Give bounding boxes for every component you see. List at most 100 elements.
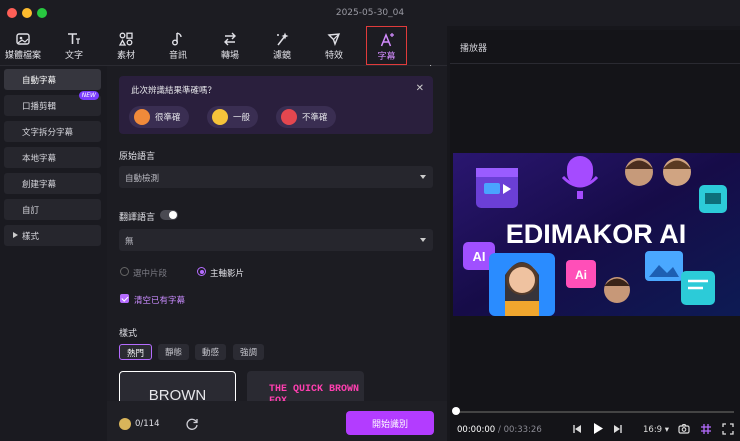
play-icon[interactable] xyxy=(592,422,604,435)
sidebar-item-style[interactable]: 樣式 xyxy=(4,225,101,246)
translate-toggle[interactable] xyxy=(160,210,178,220)
start-recognition-button[interactable]: 開始識別 xyxy=(346,411,434,435)
tool-label: 素材 xyxy=(116,51,135,61)
radio-selected-clip[interactable] xyxy=(120,267,129,276)
feedback-option-label: 一般 xyxy=(233,113,251,123)
player-divider xyxy=(450,63,740,64)
svg-text:EDIMAKOR AI: EDIMAKOR AI xyxy=(506,219,687,249)
transition-icon xyxy=(224,32,236,46)
tool-audio[interactable]: 音訊 xyxy=(157,26,199,66)
elements-icon xyxy=(118,32,133,46)
start-recognition-label: 開始識別 xyxy=(371,420,408,430)
tool-filter[interactable]: 濾鏡 xyxy=(261,26,303,66)
sidebar-item-label: 自動字幕 xyxy=(22,76,57,86)
tool-label: 轉場 xyxy=(220,51,239,61)
sidebar-item-label: 文字拆分字幕 xyxy=(22,128,74,138)
recognition-bar: 0/114 開始識別 xyxy=(107,401,447,441)
sidebar-item-label: 口播剪輯 xyxy=(22,102,57,112)
aspect-ratio-value: 16:9 xyxy=(643,425,663,435)
credit-counter: 0/114 xyxy=(135,419,160,429)
radio-main-video[interactable] xyxy=(197,267,206,276)
tool-effects[interactable]: 特效 xyxy=(313,26,355,66)
style-tab-emphasis[interactable]: 強調 xyxy=(233,344,265,360)
auto-subtitle-panel: 此次辨識結果準確嗎？ ✕ 很準確 一般 不準確 原始語言 自動檢測 翻譯語言 無… xyxy=(107,66,447,441)
angry-emoji-icon xyxy=(281,109,297,125)
player-panel: 播放器 EDIMAKOR AI AI Ai 00:00:00 / 00:33:2… xyxy=(450,30,740,441)
clear-existing-label: 清空已有字幕 xyxy=(134,296,186,306)
credit-coin-icon xyxy=(119,418,131,430)
tool-label: 特效 xyxy=(324,51,343,61)
video-frame-image: EDIMAKOR AI AI Ai xyxy=(453,153,740,316)
close-icon[interactable]: ✕ xyxy=(416,83,424,94)
sidebar-item-custom[interactable]: 自訂 xyxy=(4,199,101,220)
style-tab-static[interactable]: 靜態 xyxy=(158,344,190,360)
feedback-question: 此次辨識結果準確嗎？ xyxy=(131,86,217,96)
radio-main-video-label: 主軸影片 xyxy=(210,269,245,279)
filter-icon xyxy=(277,32,289,46)
tool-label: 濾鏡 xyxy=(272,51,291,61)
sidebar-item-auto-subtitle[interactable]: 自動字幕 xyxy=(4,69,101,90)
subtitle-sidebar: 自動字幕 口播剪輯 NEW 文字拆分字幕 本地字幕 創建字幕 自訂 樣式 xyxy=(0,66,107,441)
timeline-scrubber[interactable] xyxy=(456,411,734,413)
grid-icon[interactable] xyxy=(700,423,712,435)
svg-text:AI: AI xyxy=(473,249,486,264)
chevron-down-icon xyxy=(420,238,426,242)
feedback-accurate-button[interactable]: 很準確 xyxy=(129,106,189,128)
current-time: 00:00:00 xyxy=(457,425,496,435)
total-time: / 00:33:26 xyxy=(498,425,542,435)
translate-language-label: 翻譯語言 xyxy=(119,213,156,223)
next-frame-icon[interactable] xyxy=(613,424,623,434)
sidebar-item-label: 自訂 xyxy=(22,206,40,216)
fullscreen-icon[interactable] xyxy=(722,423,734,435)
accuracy-feedback-card: 此次辨識結果準確嗎？ ✕ 很準確 一般 不準確 xyxy=(119,76,433,134)
svg-text:Ai: Ai xyxy=(575,268,587,282)
tool-elements[interactable]: 素材 xyxy=(105,26,147,66)
tool-label: 文字 xyxy=(64,51,83,61)
video-preview[interactable]: EDIMAKOR AI AI Ai xyxy=(453,153,740,316)
effects-icon xyxy=(327,33,341,47)
tool-label: 音訊 xyxy=(168,51,187,61)
translate-language-value: 無 xyxy=(125,237,134,247)
tool-text[interactable]: 文字 xyxy=(53,26,95,66)
source-language-label: 原始語言 xyxy=(119,152,156,162)
new-badge: NEW xyxy=(78,91,99,100)
radio-selected-clip-label: 選中片段 xyxy=(133,269,168,279)
feedback-option-label: 很準確 xyxy=(155,113,181,123)
media-icon xyxy=(16,33,30,45)
sidebar-item-local-subtitle[interactable]: 本地字幕 xyxy=(4,147,101,168)
main-toolbar: 媒體檔案 文字 素材 音訊 轉場 濾鏡 特效 字幕 xyxy=(0,26,447,75)
tool-label: 媒體檔案 xyxy=(4,51,41,61)
previous-frame-icon[interactable] xyxy=(572,424,582,434)
playhead-knob[interactable] xyxy=(452,407,460,415)
feedback-inaccurate-button[interactable]: 不準確 xyxy=(276,106,336,128)
chevron-down-icon xyxy=(420,175,426,179)
feedback-option-label: 不準確 xyxy=(302,113,328,123)
tool-transition[interactable]: 轉場 xyxy=(209,26,251,66)
neutral-emoji-icon xyxy=(212,109,228,125)
sidebar-item-label: 樣式 xyxy=(22,232,40,242)
sidebar-item-label: 創建字幕 xyxy=(22,180,57,190)
aspect-ratio-select[interactable]: 16:9 ▾ xyxy=(643,425,669,435)
camera-icon[interactable] xyxy=(678,423,690,434)
source-language-select[interactable]: 自動檢測 xyxy=(119,166,433,188)
subtitle-icon xyxy=(380,33,394,47)
clear-existing-checkbox[interactable] xyxy=(120,294,129,303)
style-tab-popular[interactable]: 熱門 xyxy=(119,344,153,360)
laugh-emoji-icon xyxy=(134,109,150,125)
tool-media[interactable]: 媒體檔案 xyxy=(0,26,46,66)
sidebar-item-text-split[interactable]: 文字拆分字幕 xyxy=(4,121,101,142)
feedback-average-button[interactable]: 一般 xyxy=(207,106,259,128)
sidebar-item-create-subtitle[interactable]: 創建字幕 xyxy=(4,173,101,194)
refresh-icon[interactable] xyxy=(185,417,199,431)
tool-label: 字幕 xyxy=(377,52,396,62)
style-tab-dynamic[interactable]: 動感 xyxy=(195,344,227,360)
player-title: 播放器 xyxy=(460,44,488,54)
translate-language-select[interactable]: 無 xyxy=(119,229,433,251)
sidebar-item-narration-edit[interactable]: 口播剪輯 NEW xyxy=(4,91,101,116)
tool-subtitle[interactable]: 字幕 xyxy=(366,26,407,65)
source-language-value: 自動檢測 xyxy=(125,174,160,184)
sidebar-item-label: 本地字幕 xyxy=(22,154,57,164)
style-section-label: 樣式 xyxy=(119,329,138,339)
audio-icon xyxy=(172,32,182,46)
title-bar: 2025-05-30_04 xyxy=(0,0,740,26)
